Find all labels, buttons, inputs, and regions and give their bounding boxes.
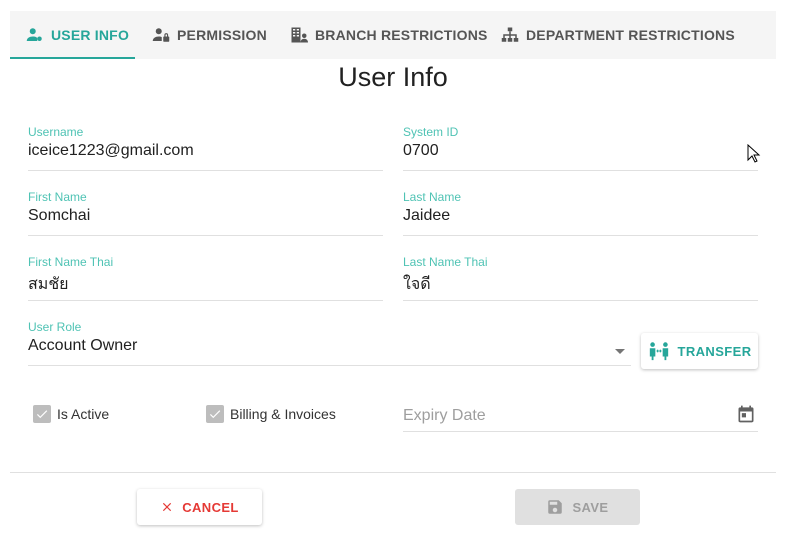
tab-label: BRANCH RESTRICTIONS [315,27,488,43]
expiry-date-field[interactable]: Expiry Date [403,395,758,432]
tab-label: DEPARTMENT RESTRICTIONS [526,27,735,43]
page-title: User Info [338,62,448,92]
tab-branch-restrictions[interactable]: BRANCH RESTRICTIONS [290,11,488,59]
system-id-field[interactable]: System ID 0700 [403,125,758,171]
last-name-thai-label: Last Name Thai [403,255,488,269]
last-name-value: Jaidee [403,207,451,224]
check-icon [209,410,221,419]
is-active-checkbox[interactable]: Is Active [33,405,109,423]
billing-invoices-label: Billing & Invoices [230,406,336,422]
save-button[interactable]: SAVE [515,489,640,525]
mouse-cursor-icon [747,144,761,163]
calendar-icon[interactable] [736,404,756,424]
first-name-thai-value: สมชัย [28,276,69,293]
sitemap-icon [501,27,519,42]
tab-permission[interactable]: PERMISSION [152,11,267,59]
check-icon [36,410,48,419]
last-name-label: Last Name [403,190,462,204]
first-name-field[interactable]: First Name Somchai [28,190,383,236]
tab-label: USER INFO [51,27,130,43]
save-label: SAVE [572,499,609,515]
building-user-icon [291,27,308,43]
system-id-label: System ID [403,125,459,139]
active-tab-indicator [10,57,135,59]
transfer-users-icon [649,342,668,361]
last-name-field[interactable]: Last Name Jaidee [403,190,758,236]
tab-label: PERMISSION [177,27,267,43]
tab-department-restrictions[interactable]: DEPARTMENT RESTRICTIONS [501,11,735,59]
user-lock-icon [152,28,170,42]
save-icon [548,500,563,514]
user-role-select[interactable]: User Role Account Owner [28,320,631,366]
first-name-thai-label: First Name Thai [28,255,114,269]
chevron-down-icon[interactable] [615,349,625,354]
last-name-thai-field[interactable]: Last Name Thai ใจดี [403,255,758,301]
transfer-button[interactable]: TRANSFER [641,333,758,369]
user-role-label: User Role [28,320,82,334]
last-name-thai-value: ใจดี [403,276,431,293]
expiry-date-placeholder: Expiry Date [403,407,486,424]
username-label: Username [28,125,84,139]
user-gear-icon [26,28,42,41]
divider [10,472,776,473]
user-role-value: Account Owner [28,337,138,354]
username-field[interactable]: Username iceice1223@gmail.com [28,125,383,171]
tab-bar: USER INFO PERMISSION BRANCH RESTRICTIONS… [10,11,776,59]
first-name-value: Somchai [28,207,91,224]
checkbox-box[interactable] [206,405,224,423]
checkbox-box[interactable] [33,405,51,423]
close-icon [163,502,172,512]
cancel-label: CANCEL [182,499,239,515]
cancel-button[interactable]: CANCEL [137,489,262,525]
username-value: iceice1223@gmail.com [28,142,194,159]
first-name-thai-field[interactable]: First Name Thai สมชัย [28,255,383,301]
first-name-label: First Name [28,190,87,204]
transfer-label: TRANSFER [677,343,752,359]
billing-invoices-checkbox[interactable]: Billing & Invoices [206,405,336,423]
tab-user-info[interactable]: USER INFO [26,11,129,59]
is-active-label: Is Active [57,406,110,422]
system-id-value: 0700 [403,142,439,159]
